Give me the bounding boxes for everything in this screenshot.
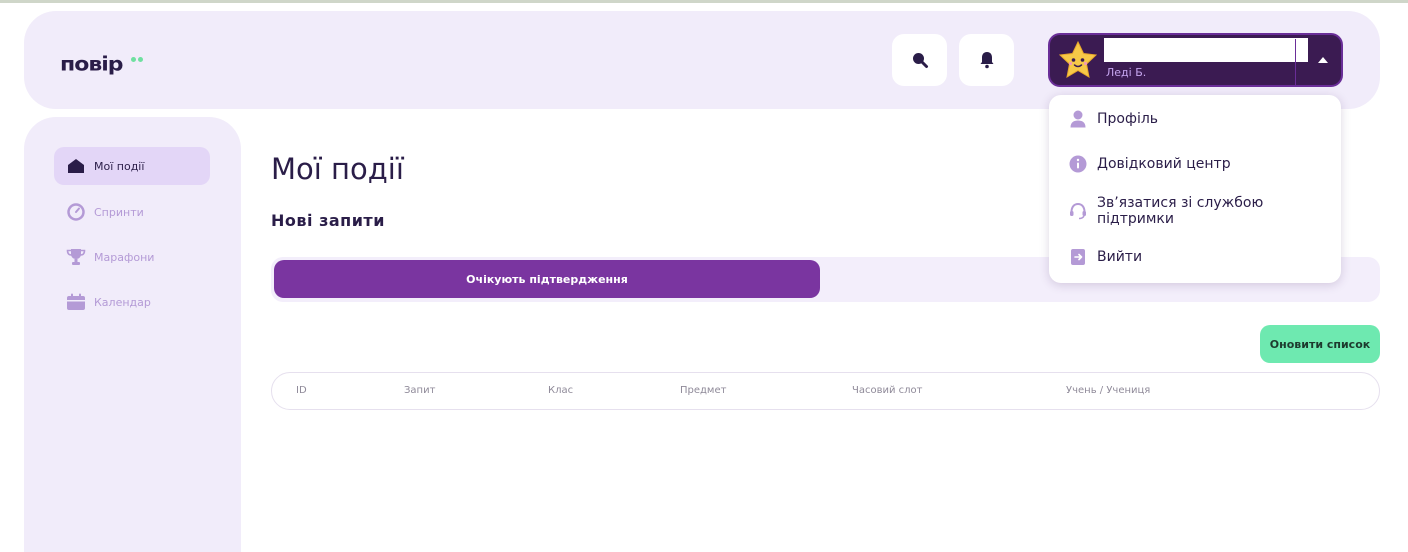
user-subtitle: Леді Б.	[1106, 66, 1147, 79]
sidebar-item-sprints[interactable]: Спринти	[54, 193, 210, 231]
column-header-time-slot[interactable]: Часовий слот	[852, 385, 923, 396]
home-icon	[66, 157, 86, 175]
column-header-subject[interactable]: Предмет	[680, 385, 726, 396]
menu-item-logout[interactable]: Вийти	[1069, 246, 1142, 268]
user-card-divider	[1295, 39, 1296, 85]
sidebar-item-calendar[interactable]: Календар	[54, 283, 210, 321]
search-button[interactable]	[892, 34, 947, 86]
sidebar-item-label: Спринти	[94, 205, 144, 219]
sidebar-item-label: Календар	[94, 295, 151, 309]
logo[interactable]: повір	[60, 44, 160, 84]
user-menu-button[interactable]: Леді Б.	[1048, 33, 1343, 87]
logo-dots	[131, 47, 145, 66]
menu-item-label: Зв’язатися зі службою підтримки	[1097, 195, 1264, 227]
sidebar-item-marathons[interactable]: Марафони	[54, 238, 210, 276]
menu-item-label: Профіль	[1097, 111, 1159, 127]
column-header-student[interactable]: Учень / Учениця	[1066, 385, 1150, 396]
star-avatar-icon	[1058, 40, 1098, 78]
page-title: Мої події	[271, 152, 404, 186]
info-icon	[1069, 155, 1087, 173]
user-name	[1104, 38, 1308, 62]
calendar-icon	[66, 293, 86, 311]
section-title: Нові запити	[271, 211, 385, 230]
menu-item-label: Вийти	[1097, 249, 1143, 265]
sidebar-item-my-events[interactable]: Мої події	[54, 147, 210, 185]
bell-icon	[980, 52, 993, 69]
headset-icon	[1069, 202, 1087, 220]
menu-item-label: Довідковий центр	[1097, 156, 1231, 172]
sidebar-item-label: Марафони	[94, 250, 155, 264]
sidebar: Мої події Спринти Марафони Календар	[24, 117, 241, 552]
menu-item-profile[interactable]: Профіль	[1069, 108, 1158, 130]
user-dropdown-menu: Профіль Довідковий центр Зв’язатися зі с…	[1049, 95, 1341, 283]
table-header: ID Запит Клас Предмет Часовий слот Учень…	[271, 372, 1380, 410]
trophy-icon	[66, 248, 86, 266]
notifications-button[interactable]	[959, 34, 1014, 86]
refresh-list-button[interactable]: Оновити список	[1260, 325, 1380, 363]
column-header-request[interactable]: Запит	[404, 385, 435, 396]
gauge-icon	[66, 203, 86, 221]
top-border	[0, 0, 1408, 3]
column-header-id[interactable]: ID	[296, 385, 307, 396]
user-icon	[1069, 110, 1087, 128]
logout-icon	[1069, 248, 1087, 266]
sidebar-item-label: Мої події	[94, 159, 145, 173]
menu-item-contact-support[interactable]: Зв’язатися зі службою підтримки	[1069, 195, 1341, 227]
menu-item-help-center[interactable]: Довідковий центр	[1069, 153, 1231, 175]
search-icon	[912, 53, 928, 68]
column-header-class[interactable]: Клас	[548, 385, 573, 396]
caret-up-icon[interactable]	[1318, 57, 1328, 63]
logo-text: повір	[60, 53, 124, 76]
tab-awaiting-confirmation[interactable]: Очікують підтвердження	[274, 260, 820, 298]
